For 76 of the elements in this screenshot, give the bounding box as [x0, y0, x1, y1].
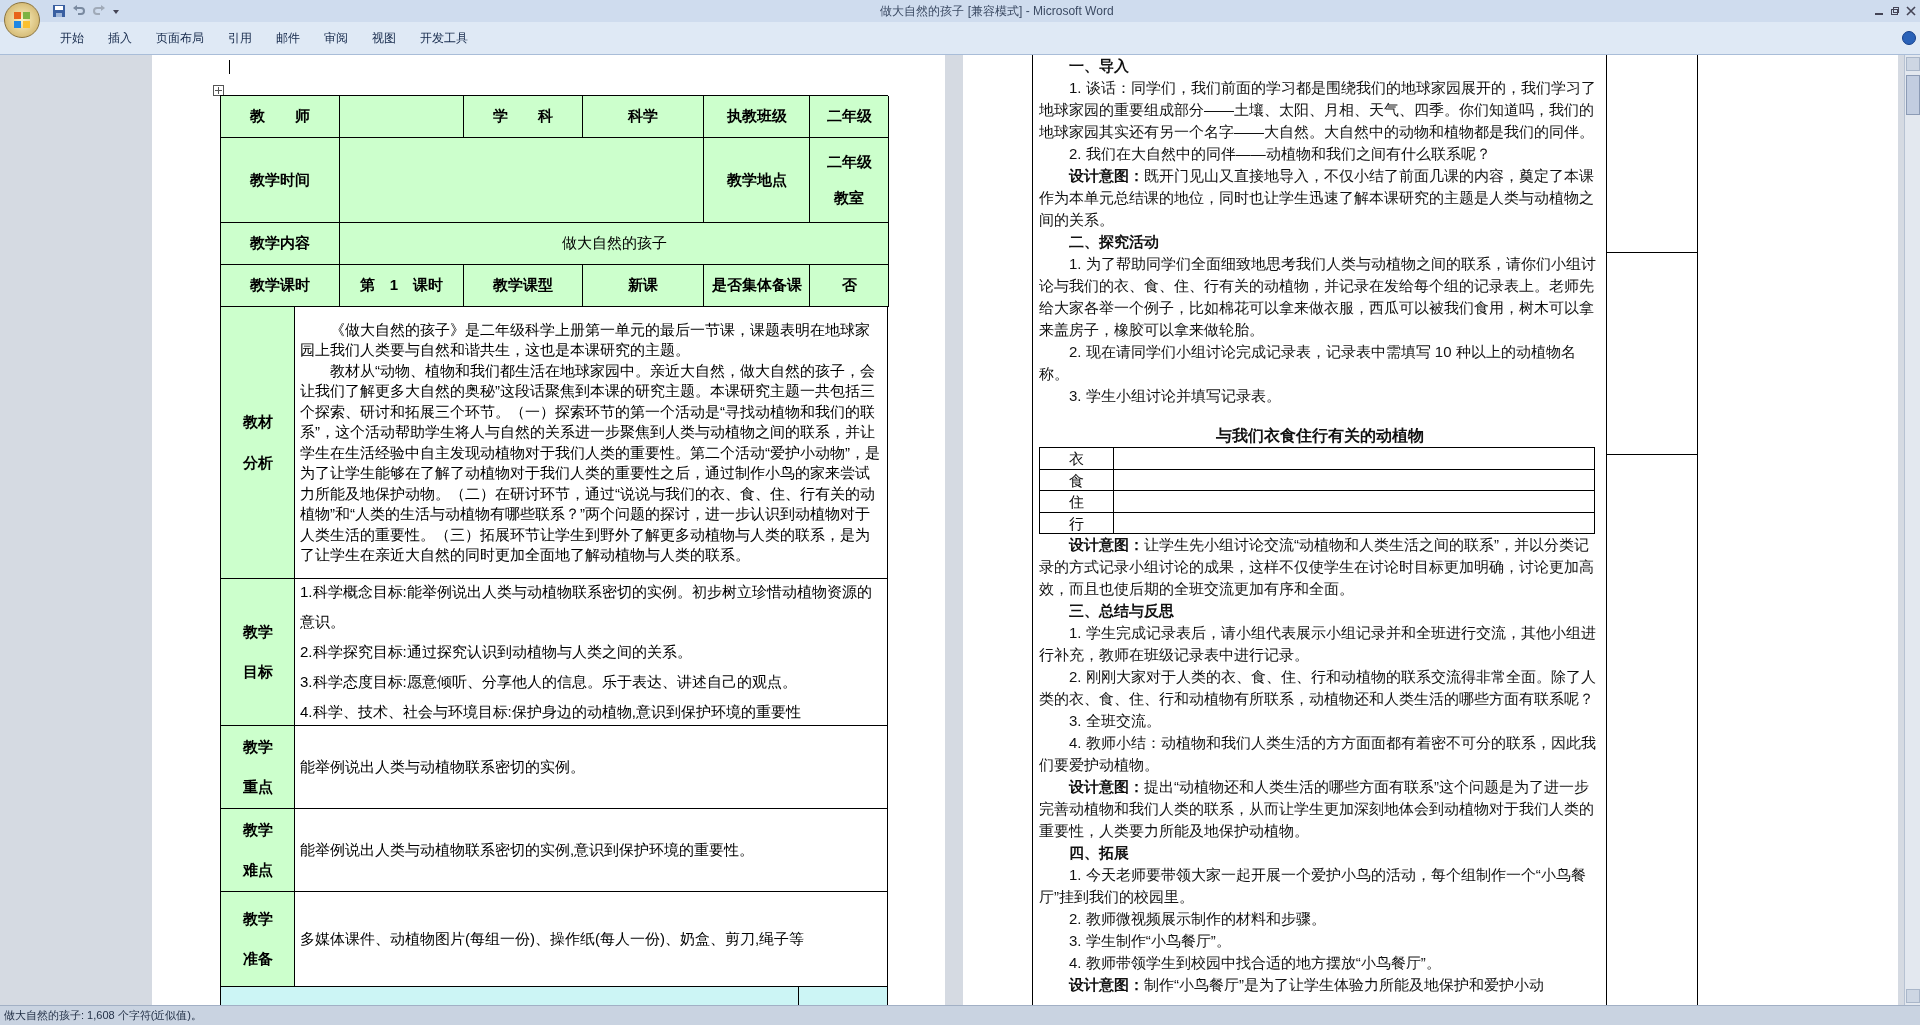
- section-heading: 三、总结与反思: [1068, 601, 1175, 621]
- row-label: 教学 目标: [221, 579, 295, 726]
- table-cell: 二年级 教室: [810, 138, 889, 223]
- text-cursor: [229, 60, 230, 74]
- table-cell: 二年级: [810, 96, 889, 138]
- ribbon-tab[interactable]: 开始: [48, 27, 96, 49]
- table-cell: 教学地点: [704, 138, 810, 223]
- table-cell: 是否集体备课: [704, 265, 810, 307]
- table-cell: 教 师: [221, 96, 340, 138]
- table-cell: 教学课型: [464, 265, 583, 307]
- row-label: 教学 重点: [221, 726, 295, 809]
- table-cell: 教学时间: [221, 138, 340, 223]
- paragraph: 2. 现在请同学们小组讨论完成记录表，记录表中需填写 10 种以上的动植物名称。: [1039, 342, 1577, 384]
- table-move-handle-icon[interactable]: [213, 85, 224, 96]
- paragraph: 1. 今天老师要带领大家一起开展一个爱护小鸟的活动，每个组制作一个“小鸟餐厅”挂到我们的校园里。: [1039, 865, 1587, 907]
- row-label: 教学 准备: [221, 892, 295, 987]
- table-title: 与我们衣食住行有关的动植物: [1214, 426, 1425, 446]
- scroll-thumb[interactable]: [1905, 75, 1920, 115]
- paragraph: 2. 教师微视频展示制作的材料和步骤。: [1068, 909, 1327, 929]
- ribbon-tab[interactable]: 审阅: [312, 27, 360, 49]
- window-title: 做大自然的孩子 [兼容模式] - Microsoft Word: [880, 4, 1114, 18]
- paragraph: 多媒体课件、动植物图片(每组一份)、操作纸(每人一份)、奶盒、剪刀,绳子等: [300, 929, 806, 949]
- row-label: 教材 分析: [221, 307, 295, 579]
- paragraph: 3. 全班交流。: [1068, 711, 1162, 731]
- paragraph: 设计意图：让学生先小组讨论交流“动植物和人类生活之间的联系”，并以分类记录的方式记录小组讨论的成果，这样不仅使学生在讨论时目标更加明确，讨论更加高效，而且也使后期的全班交流更加有序和全面。: [1039, 535, 1595, 599]
- paragraph: 1. 学生完成记录表后，请小组代表展示小组记录并和全班进行交流，其他小组进行补充，教师在班级记录表中进行记录。: [1039, 623, 1597, 665]
- paragraph: 能举例说出人类与动植物联系密切的实例。: [300, 757, 586, 777]
- section-heading: 二、探究活动: [1068, 232, 1160, 252]
- paragraph: 2. 刚刚大家对于人类的衣、食、住、行和动植物的联系交流得非常全面。除了人类的衣、食、住、行和动植物有所联系，动植物还和人类生活的哪些方面有联系呢？: [1039, 667, 1597, 709]
- table-cell: 衣: [1040, 448, 1114, 470]
- table-cell: 食: [1040, 469, 1114, 491]
- paragraph: 1. 为了帮助同学们全面细致地思考我们人类与动植物之间的联系，请你们小组讨论与我们的衣、食、住、行有关的动植物，并记录在发给每个组的记录表上。老师先给大家各举一个例子，比如棉花可以拿来做衣服，西瓜可以被我们食用，树木可以拿来盖房子，橡胶可以拿来做轮胎。: [1039, 254, 1597, 340]
- save-icon[interactable]: [52, 4, 66, 18]
- table-cell: 教学内容: [221, 223, 340, 265]
- status-text: 做大自然的孩子: 1,608 个字符(近似值)。: [4, 1008, 203, 1024]
- paragraph: 2. 我们在大自然中的同伴——动植物和我们之间有什么联系呢？: [1068, 144, 1492, 164]
- table-cell: 新课: [583, 265, 704, 307]
- table-cell: 学 科: [464, 96, 583, 138]
- table-cell: 做大自然的孩子: [340, 223, 889, 265]
- paragraph: 设计意图：制作“小鸟餐厅”是为了让学生体验力所能及地保护和爱护小动: [1067, 975, 1545, 995]
- office-logo-icon: [13, 11, 31, 29]
- paragraph: 1.科学概念目标:能举例说出人类与动植物联系密切的实例。初步树立珍惜动植物资源的意识。: [300, 582, 873, 632]
- ribbon-tab[interactable]: 开发工具: [408, 27, 480, 49]
- paragraph: 4. 教师带领学生到校园中找合适的地方摆放“小鸟餐厅”。: [1068, 953, 1442, 973]
- paragraph: 设计意图：既开门见山又直接地导入，不仅小结了前面几课的内容，奠定了本课作为本单元总结课的地位，同时也让学生迅速了解本课研究的主题是人类与动植物之间的关系。: [1039, 166, 1595, 230]
- customize-caret-icon[interactable]: [112, 7, 120, 15]
- paragraph: 设计意图：提出“动植物还和人类生活的哪些方面有联系”这个问题是为了进一步完善动植物和我们人类的联系，从而让学生更加深刻地体会到动植物对于我们人类的重要性，人类要力所能及地保护动植物。: [1039, 777, 1595, 841]
- paragraph: 能举例说出人类与动植物联系密切的实例,意识到保护环境的重要性。: [300, 840, 756, 860]
- ribbon-tab[interactable]: 页面布局: [144, 27, 216, 49]
- ribbon-tab[interactable]: 邮件: [264, 27, 312, 49]
- paragraph: 2.科学探究目标:通过探究认识到动植物与人类之间的关系。: [300, 642, 693, 662]
- section-heading: 一、导入: [1068, 56, 1130, 76]
- table-cell: 教学课时: [221, 265, 340, 307]
- paragraph: 4.科学、技术、社会与环境目标:保护身边的动植物,意识到保护环境的重要性: [300, 702, 802, 722]
- paragraph: 3.科学态度目标:愿意倾听、分享他人的信息。乐于表达、讲述自己的观点。: [300, 672, 798, 692]
- restore-icon[interactable]: [1890, 6, 1900, 16]
- office-button[interactable]: [4, 2, 40, 38]
- section-heading: 四、拓展: [1068, 843, 1130, 863]
- paragraph: 3. 学生小组讨论并填写记录表。: [1068, 386, 1282, 406]
- table-cell: 否: [810, 265, 889, 307]
- paragraph: 1. 谈话：同学们，我们前面的学习都是围绕我们的地球家园展开的，我们学习了地球家园的重要组成部分——土壤、太阳、月相、天气、四季。你们知道吗，我们的地球家园其实还有另一个名字——大自然。大自然中的动物和植物都是我们的同伴。: [1039, 78, 1597, 142]
- paragraph: 3. 学生制作“小鸟餐厅”。: [1068, 931, 1232, 951]
- ribbon-tab[interactable]: 视图: [360, 27, 408, 49]
- undo-icon[interactable]: [72, 4, 86, 18]
- paragraph: 教材从“动物、植物和我们都生活在地球家园中。亲近大自然，做大自然的孩子，会让我们了解更多大自然的奥秘”这段话聚焦到本课的研究主题。本课研究主题一共包括三个探索、研讨和拓展三个环节。（一）探索环节的第一个活动是“寻找动植物和我们的联系”，这个活动帮助学生将人与自然的关系进一步聚焦到人类与动植物之间的联系，并让学生在生活经验中自主发现动植物对于我们人类的重要性。第二个活动“爱护小动物”，是为了让学生能够在了解了动植物对于我们人类的重要性之后，通过制作小鸟的家来尝试力所能及地保护动物。（二）在研讨环节，通过“说说与我们的衣、食、住、行有关的动植物”和“人类的生活与动植物有哪些联系？”两个问题的探讨，进一步认识到动植物对于人类生活的重要性。（三）拓展环节让学生到野外了解更多动植物与人类的联系，是为了让学生在亲近大自然的同时更加全面地了解动植物与人类的联系。: [300, 360, 881, 565]
- close-icon[interactable]: [1906, 6, 1916, 16]
- paragraph: 4. 教师小结：动植物和我们人类生活的方方面面都有着密不可分的联系，因此我们要爱护动植物。: [1039, 733, 1597, 775]
- table-cell: 住: [1040, 491, 1114, 513]
- table-cell: 行: [1040, 512, 1114, 534]
- ribbon-tab[interactable]: 引用: [216, 27, 264, 49]
- table-cell: 第 1 课时: [340, 265, 464, 307]
- table-cell: 科学: [583, 96, 704, 138]
- table-cell: 执教班级: [704, 96, 810, 138]
- paragraph: 《做大自然的孩子》是二年级科学上册第一单元的最后一节课，课题表明在地球家园上我们人类要与自然和谐共生，这也是本课研究的主题。: [300, 319, 871, 360]
- ribbon-tab[interactable]: 插入: [96, 27, 144, 49]
- row-label: 教学 难点: [221, 809, 295, 892]
